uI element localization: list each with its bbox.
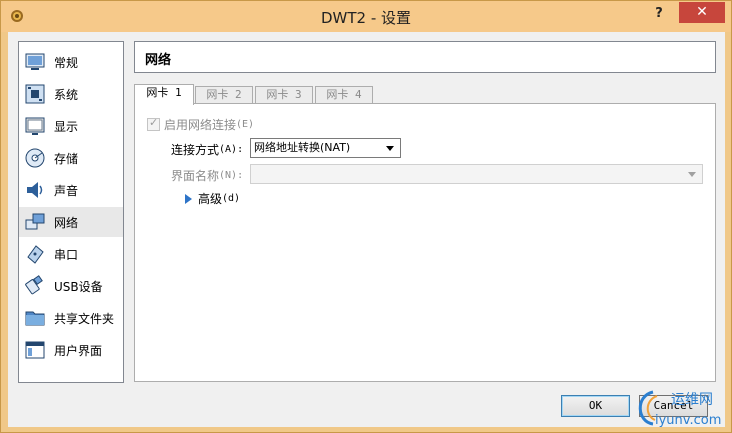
sidebar-item-general[interactable]: 常规 (19, 47, 123, 77)
attached-to-select[interactable]: 网络地址转换(NAT) (250, 138, 401, 158)
sidebar-item-display[interactable]: 显示 (19, 111, 123, 141)
general-icon (25, 53, 45, 70)
sidebar-item-system[interactable]: 系统 (19, 79, 123, 109)
serial-port-icon (27, 245, 44, 264)
network-icon (25, 213, 45, 230)
display-icon (25, 117, 45, 135)
audio-icon (27, 182, 43, 198)
adapter-name-mnemonic: (N): (219, 170, 244, 181)
shared-folder-icon (25, 311, 45, 326)
attached-to-mnemonic: (A): (219, 144, 244, 155)
enable-adapter-checkbox[interactable] (147, 116, 160, 131)
system-icon (25, 84, 45, 104)
title-bar[interactable]: DWT2 - 设置 ? ✕ (1, 1, 731, 32)
close-button[interactable]: ✕ (679, 2, 725, 23)
tab-adapter-4[interactable]: 网卡 4 (315, 86, 373, 104)
adapter-name-select[interactable] (250, 164, 703, 184)
usb-icon (25, 275, 43, 295)
sidebar-item-usb[interactable]: USB设备 (19, 271, 123, 301)
attached-to-label: 连接方式 (171, 143, 220, 157)
watermark-logo: 运维网 iyunv.com (638, 390, 721, 428)
attached-to-label-row: 连接方式 (A): (171, 141, 243, 158)
tab-adapter-2[interactable]: 网卡 2 (195, 86, 253, 104)
settings-sidebar: 常规 系统 显示 存储 声音 网络 串口 USB设备 共享文件夹 用户界面 (18, 41, 124, 383)
adapter-name-label-row: 界面名称 (N): (171, 167, 243, 184)
sidebar-item-user-interface[interactable]: 用户界面 (19, 335, 123, 365)
adapter-settings-pane: 启用网络连接 (E) 连接方式 (A): 网络地址转换(NAT) 界面名称 (N… (134, 103, 716, 382)
storage-icon (25, 148, 45, 168)
help-button[interactable]: ? (647, 3, 671, 25)
adapter-name-label: 界面名称 (171, 169, 220, 183)
advanced-expander[interactable]: 高级 (d) (185, 190, 240, 207)
watermark-title: 运维网 (671, 392, 713, 408)
tab-adapter-1[interactable]: 网卡 1 (134, 84, 194, 105)
attached-to-value: 网络地址转换(NAT) (254, 141, 351, 154)
advanced-label: 高级 (198, 192, 223, 206)
enable-adapter-mnemonic: (E) (236, 119, 255, 130)
enable-adapter-label: 启用网络连接 (164, 118, 237, 132)
ok-button[interactable]: OK (561, 395, 630, 417)
settings-window: DWT2 - 设置 ? ✕ 常规 系统 显示 存储 声音 网络 串口 USB设备… (0, 0, 732, 433)
dialog-body: 常规 系统 显示 存储 声音 网络 串口 USB设备 共享文件夹 用户界面 网络… (8, 32, 725, 427)
advanced-mnemonic: (d) (222, 193, 241, 204)
watermark-domain: iyunv.com (655, 413, 721, 428)
chevron-down-icon (386, 146, 394, 151)
user-interface-icon (25, 341, 45, 359)
enable-adapter-row[interactable]: 启用网络连接 (E) (147, 116, 254, 133)
chevron-down-icon (688, 172, 696, 177)
tab-adapter-3[interactable]: 网卡 3 (255, 86, 313, 104)
sidebar-item-audio[interactable]: 声音 (19, 175, 123, 205)
sidebar-item-serial-port[interactable]: 串口 (19, 239, 123, 269)
page-title: 网络 (145, 53, 172, 68)
sidebar-item-shared-folders[interactable]: 共享文件夹 (19, 303, 123, 333)
expand-arrow-icon (185, 193, 192, 204)
sidebar-item-network[interactable]: 网络 (19, 207, 123, 237)
window-title: DWT2 - 设置 (320, 9, 412, 27)
sidebar-item-storage[interactable]: 存储 (19, 143, 123, 173)
page-title-box: 网络 (134, 41, 716, 73)
